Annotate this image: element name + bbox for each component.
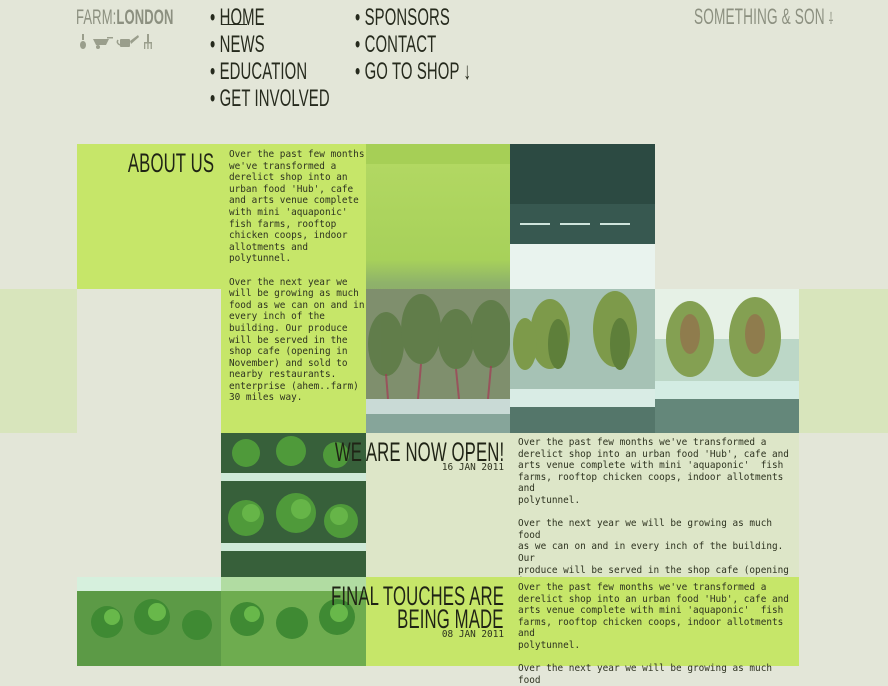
bullet: • [355,31,361,58]
nav-item-get-involved[interactable]: • GET INVOLVED [210,85,330,113]
bullet: • [210,31,216,58]
nav-item-education[interactable]: • EDUCATION [210,58,307,86]
post-body: Over the past few months we've transform… [518,582,789,686]
brand-link[interactable]: SOMETHING & SON ⸸ [694,4,833,30]
bullet: • [210,4,216,31]
logo-farm: FARM [76,6,113,29]
post-text-block: Over the past few months we've transform… [510,433,799,599]
about-heading-block: ABOUT US [77,144,221,289]
garden-tools-icon [80,34,152,49]
deco-block [77,289,221,433]
about-text-block: Over the past few months we've transform… [221,144,366,433]
post-heading-block: WE ARE NOW OPEN! 16 JAN 2011 [335,433,510,577]
nav-label: HOME [219,4,265,31]
post-text-block: Over the past few months we've transform… [510,577,799,686]
nav-item-sponsors[interactable]: • SPONSORS [355,4,450,32]
lettuce-plants-image [655,289,799,433]
hero-photo-panel [510,144,655,433]
arrow-down-icon: ↓ [463,58,472,85]
basil-photo-wide [77,577,366,666]
nav-item-home[interactable]: • HOME [210,4,265,32]
bullet: • [210,85,216,112]
logo-london: LONDON [116,6,174,29]
nav-label: GET INVOLVED [219,85,330,112]
bullet: • [210,58,216,85]
nav-label: EDUCATION [219,58,308,85]
nav-item-go-to-shop[interactable]: • GO TO SHOP ↓ [355,58,471,86]
hero-photo-panel [366,144,510,433]
nav-label: NEWS [219,31,265,58]
lettuce-plants-image [510,144,655,433]
nav-item-contact[interactable]: • CONTACT [355,31,436,59]
hero-photo-panel [655,289,799,433]
active-underline [221,24,247,25]
basil-plants-image [77,577,366,666]
about-heading: ABOUT US [127,148,214,178]
post-body: Over the past few months we've transform… [518,437,789,599]
brand-label: SOMETHING & SON [694,4,825,29]
site-logo[interactable]: FARM:LONDON [76,6,174,30]
post-date: 16 JAN 2011 [441,462,504,473]
nav-label: CONTACT [364,31,437,58]
nav-label: GO TO SHOP [364,58,460,85]
trowel-icon: ⸸ [828,11,834,28]
deco-block [799,289,888,433]
nav-item-news[interactable]: • NEWS [210,31,265,59]
bullet: • [355,4,361,31]
deco-block [0,289,77,433]
post-date: 08 JAN 2011 [441,629,504,640]
about-body: Over the past few months we've transform… [229,149,365,404]
nav-label: SPONSORS [364,4,450,31]
bullet: • [355,58,361,85]
chard-plants-image [366,144,510,433]
post-heading-block: FINAL TOUCHES ARE BEING MADE 08 JAN 2011 [331,577,510,666]
